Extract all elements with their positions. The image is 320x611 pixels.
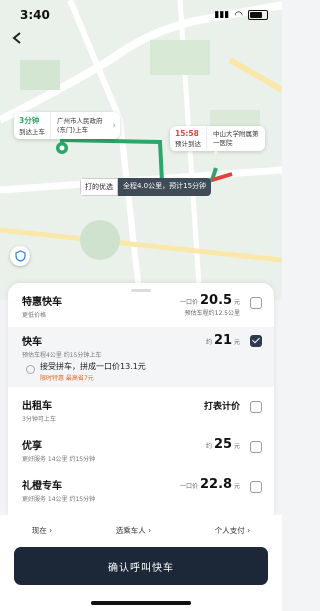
price-value: 21 [213,333,233,348]
pickup-eta-value: 3分钟 [19,116,40,125]
status-bar: 3:40 ▮▮▮ ◠ [0,0,282,30]
pickup-name-line2: (东门)上车 [57,125,89,134]
car-options-sheet: 特惠快车 更低价格 一口价 20.5 元 预估车程约12.5公里 快车 预估车程… [8,283,274,515]
option-sub: 更好服务 14公里 约15分钟 [22,496,96,503]
option-row[interactable]: 出租车 3分钟可上车 打表计价 [8,397,274,431]
bottom-bar: 现在 › 选乘车人 › 个人支付 › 确认呼叫快车 [0,515,282,611]
signal-icon: ▮▮▮ [214,10,230,20]
dropoff-time-label: 预计到达 [175,140,201,148]
dropoff-name: 中山大学附属第 一医院 [207,126,265,151]
pickup-bubble[interactable]: 3分钟 到达上车 广州市人民政府 (东门)上车 › [14,112,121,139]
option-price: 一口价 22.8 元 [180,477,240,492]
pickup-name-line1: 广州市人民政府 [57,116,103,125]
safety-shield-icon[interactable] [10,246,30,266]
status-time: 3:40 [20,8,50,22]
dropoff-name-line2: 一医院 [213,138,233,147]
option-row-selected[interactable]: 快车 预估车程4公里 约15分钟上车 约 21 元 接受拼车，拼成一口价13.1… [8,327,274,387]
carpool-sub: 限时特惠 最高省7元 [40,375,94,382]
option-checkbox[interactable] [250,335,262,347]
pickup-eta-label: 到达上车 [19,128,45,136]
option-sub: 3分钟可上车 [22,416,56,423]
dropoff-eta: 15:58 预计到达 [170,126,207,151]
dropoff-time: 15:58 [175,129,199,138]
price-value: 打表计价 [203,402,240,412]
option-price: 一口价 20.5 元 预估车程约12.5公里 [180,293,240,317]
price-value: 25 [213,437,233,452]
price-prefix: 约 [206,339,213,346]
price-prefix: 一口价 [180,299,199,306]
option-price: 约 25 元 [206,437,240,452]
price-value: 22.8 [199,477,233,492]
price-unit: 元 [233,339,240,346]
option-price: 约 21 元 [206,333,240,348]
option-checkbox[interactable] [250,401,262,413]
option-sub: 更好服务 14公里 约15分钟 [22,456,96,463]
price-unit: 元 [233,483,240,490]
pickup-eta: 3分钟 到达上车 [14,112,51,139]
option-row[interactable]: 特惠快车 更低价格 一口价 20.5 元 预估车程约12.5公里 [8,293,274,327]
battery-icon [248,10,268,20]
route-tag: 打的优选 [80,178,118,196]
wifi-icon: ◠ [234,9,243,21]
payment-option[interactable]: 个人支付 › [215,525,250,536]
price-prefix: 约 [206,443,213,450]
option-checkbox[interactable] [250,481,262,493]
price-unit: 元 [233,299,240,306]
option-row[interactable]: 礼橙专车 更好服务 14公里 约15分钟 一口价 22.8 元 [8,477,274,511]
passenger-option[interactable]: 选乘车人 › [116,525,151,536]
confirm-call-button[interactable]: 确认呼叫快车 [14,547,268,585]
back-icon[interactable] [10,30,28,48]
time-option[interactable]: 现在 › [32,525,52,536]
sheet-handle[interactable] [131,289,151,292]
option-row[interactable]: 优享 更好服务 14公里 约15分钟 约 25 元 [8,437,274,471]
option-sub: 预估车程4公里 约15分钟上车 [22,352,102,359]
dropoff-name-line1: 中山大学附属第 [213,129,259,138]
pickup-name: 广州市人民政府 (东门)上车 [51,112,109,139]
chevron-right-icon: › [112,120,117,131]
route-info: 打的优选 全程4.0公里，预计15分钟 [80,178,212,196]
price-prefix: 一口价 [180,483,199,490]
carpool-label: 接受拼车，拼成一口价13.1元 [40,362,146,371]
price-value: 20.5 [199,293,233,308]
route-summary: 全程4.0公里，预计15分钟 [118,178,212,196]
option-price: 打表计价 [204,399,240,412]
carpool-radio[interactable] [26,365,35,374]
dropoff-bubble[interactable]: 15:58 预计到达 中山大学附属第 一医院 [170,126,265,151]
price-sub: 预估车程约12.5公里 [184,310,240,317]
status-icons: ▮▮▮ ◠ [214,10,268,21]
price-unit: 元 [233,443,240,450]
option-checkbox[interactable] [250,297,262,309]
home-indicator [91,601,191,605]
ride-settings: 现在 › 选乘车人 › 个人支付 › [0,515,282,536]
option-checkbox[interactable] [250,441,262,453]
